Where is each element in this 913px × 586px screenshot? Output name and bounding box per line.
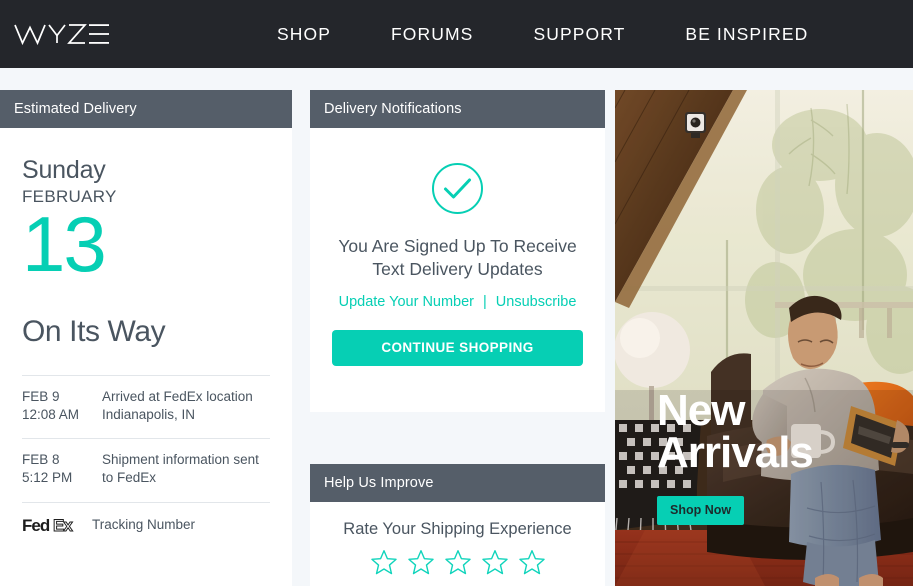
update-number-link[interactable]: Update Your Number [339,294,474,310]
tracking-event-timestamp: FEB 8 5:12 PM [22,451,102,487]
tracking-event-description: Shipment information sent to FedEx [102,451,259,487]
help-us-improve-header: Help Us Improve [310,464,605,502]
nav-item-shop[interactable]: SHOP [277,24,331,45]
shop-now-button[interactable]: Shop Now [657,496,745,526]
link-separator: | [483,293,487,310]
delivery-day-number: 13 [22,200,107,288]
star-icon-1[interactable] [370,549,398,576]
signup-message-line1: You Are Signed Up To Receive [338,236,577,256]
nav-item-support[interactable]: SUPPORT [533,24,625,45]
wyze-logo[interactable] [13,17,111,51]
help-us-improve-title: Help Us Improve [324,475,434,491]
star-icon-4[interactable] [481,549,509,576]
wyze-wordmark-icon [14,24,109,46]
svg-text:Ex: Ex [53,516,73,534]
shipment-status: On Its Way [22,314,166,348]
star-icon-5[interactable] [518,549,546,576]
delivery-notifications-body: You Are Signed Up To Receive Text Delive… [310,128,605,366]
tracking-history-row: FEB 8 5:12 PM Shipment information sent … [22,438,270,501]
tracking-number-label: Tracking Number [92,516,196,532]
star-icon-2[interactable] [407,549,435,576]
tracking-event-description-line1: Shipment information sent [102,452,259,468]
tracking-history-row: FEB 9 12:08 AM Arrived at FedEx location… [22,374,270,438]
delivery-notifications-header: Delivery Notifications [310,90,605,128]
tracking-event-date: FEB 9 [22,388,60,404]
tracking-event-description-line2: to FedEx [102,470,157,486]
check-circle-icon [432,163,483,214]
delivery-notifications-title: Delivery Notifications [324,101,462,117]
nav-item-be-inspired[interactable]: BE INSPIRED [685,24,808,45]
fedex-logo-icon: Fed Ex [22,516,92,534]
estimated-delivery-title: Estimated Delivery [14,101,137,117]
delivery-weekday: Sunday [22,156,106,184]
tracking-event-description: Arrived at FedEx location Indianapolis, … [102,388,253,424]
promo-title-line1: New [657,386,745,435]
svg-text:Fed: Fed [22,516,50,534]
top-navigation-bar: SHOP FORUMS SUPPORT BE INSPIRED [0,0,913,68]
delivery-notifications-panel: Delivery Notifications You Are Signed Up… [310,90,605,412]
tracking-event-date: FEB 8 [22,452,60,468]
estimated-delivery-header: Estimated Delivery [0,90,292,128]
promo-banner-panel[interactable]: New Arrivals Shop Now [615,90,913,586]
signup-message-line2: Text Delivery Updates [372,259,543,280]
estimated-delivery-panel: Estimated Delivery Sunday FEBRUARY 13 On… [0,90,292,586]
primary-navigation: SHOP FORUMS SUPPORT BE INSPIRED [277,24,808,45]
tracking-event-time: 12:08 AM [22,406,80,422]
rating-prompt: Rate Your Shipping Experience [343,520,572,538]
tracking-event-time: 5:12 PM [22,470,73,486]
tracking-history-list: FEB 9 12:08 AM Arrived at FedEx location… [22,374,270,548]
promo-title-line2: Arrivals [657,428,814,478]
tracking-event-description-line2: Indianapolis, IN [102,406,196,422]
estimated-delivery-body: Sunday FEBRUARY 13 On Its Way FEB 9 12:0… [0,156,292,548]
help-us-improve-panel: Help Us Improve Rate Your Shipping Exper… [310,464,605,586]
signup-status-icon-wrap [324,162,591,215]
promo-copy-block: New Arrivals Shop Now [657,386,814,526]
unsubscribe-link[interactable]: Unsubscribe [496,294,577,310]
star-icon-3[interactable] [444,549,472,576]
help-us-improve-body: Rate Your Shipping Experience [310,502,605,576]
notification-links-row: Update Your Number | Unsubscribe [324,294,591,310]
tracking-event-description-line1: Arrived at FedEx location [102,388,253,404]
page-content: Estimated Delivery Sunday FEBRUARY 13 On… [0,68,913,586]
continue-shopping-button[interactable]: CONTINUE SHOPPING [332,329,583,366]
nav-item-forums[interactable]: FORUMS [391,24,473,45]
tracking-number-row: Fed Ex Tracking Number [22,501,270,548]
signup-confirmation-message: You Are Signed Up To Receive Text Delive… [324,235,591,282]
star-rating-control[interactable] [310,549,605,576]
tracking-event-timestamp: FEB 9 12:08 AM [22,388,102,424]
